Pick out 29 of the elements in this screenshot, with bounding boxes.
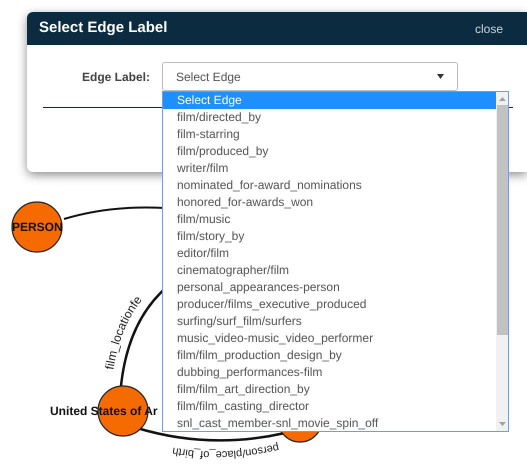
select-field[interactable]: Select Edge [162,62,458,91]
dropdown-option[interactable]: editor/film [163,245,496,262]
dropdown-option[interactable]: film/film_art_direction_by [163,381,496,398]
edge-label: person/place_of_birth [171,441,280,460]
scrollbar-thumb[interactable] [496,105,508,335]
dropdown-option[interactable]: cinematographer/film [163,262,496,279]
scroll-up-icon[interactable] [498,97,506,101]
dropdown-option[interactable]: producer/films_executive_produced [163,296,496,313]
dropdown-option[interactable]: honored_for-awards_won [163,194,496,211]
field-label: Edge Label: [80,68,150,86]
dropdown-option[interactable]: film/film_casting_director [163,398,496,415]
scroll-down-icon[interactable] [498,422,506,426]
dialog-title: Select Edge Label [39,18,168,38]
dropdown-option[interactable]: music_video-music_video_performer [163,330,496,347]
dropdown-option[interactable]: film-starring [163,126,496,143]
dropdown-option[interactable]: surfing/surf_film/surfers [163,313,496,330]
dropdown-option[interactable]: film/story_by [163,228,496,245]
scrollbar[interactable] [496,92,508,431]
dropdown-option[interactable]: film/film_production_design_by [163,347,496,364]
dropdown-option[interactable]: film/music [163,211,496,228]
dropdown-option[interactable]: snl_cast_member-snl_movie_spin_off [163,415,496,432]
dropdown-option[interactable]: film/produced_by [163,143,496,160]
dropdown-option[interactable]: dubbing_performances-film [163,364,496,381]
dropdown-option[interactable]: nominated_for-award_nominations [163,177,496,194]
caret-icon [437,74,444,79]
dropdown-option[interactable]: film/directed_by [163,109,496,126]
close-button[interactable]: close [474,20,503,38]
dropdown-option[interactable]: writer/film [163,160,496,177]
dropdown-option[interactable]: personal_appearances-person [163,279,496,296]
